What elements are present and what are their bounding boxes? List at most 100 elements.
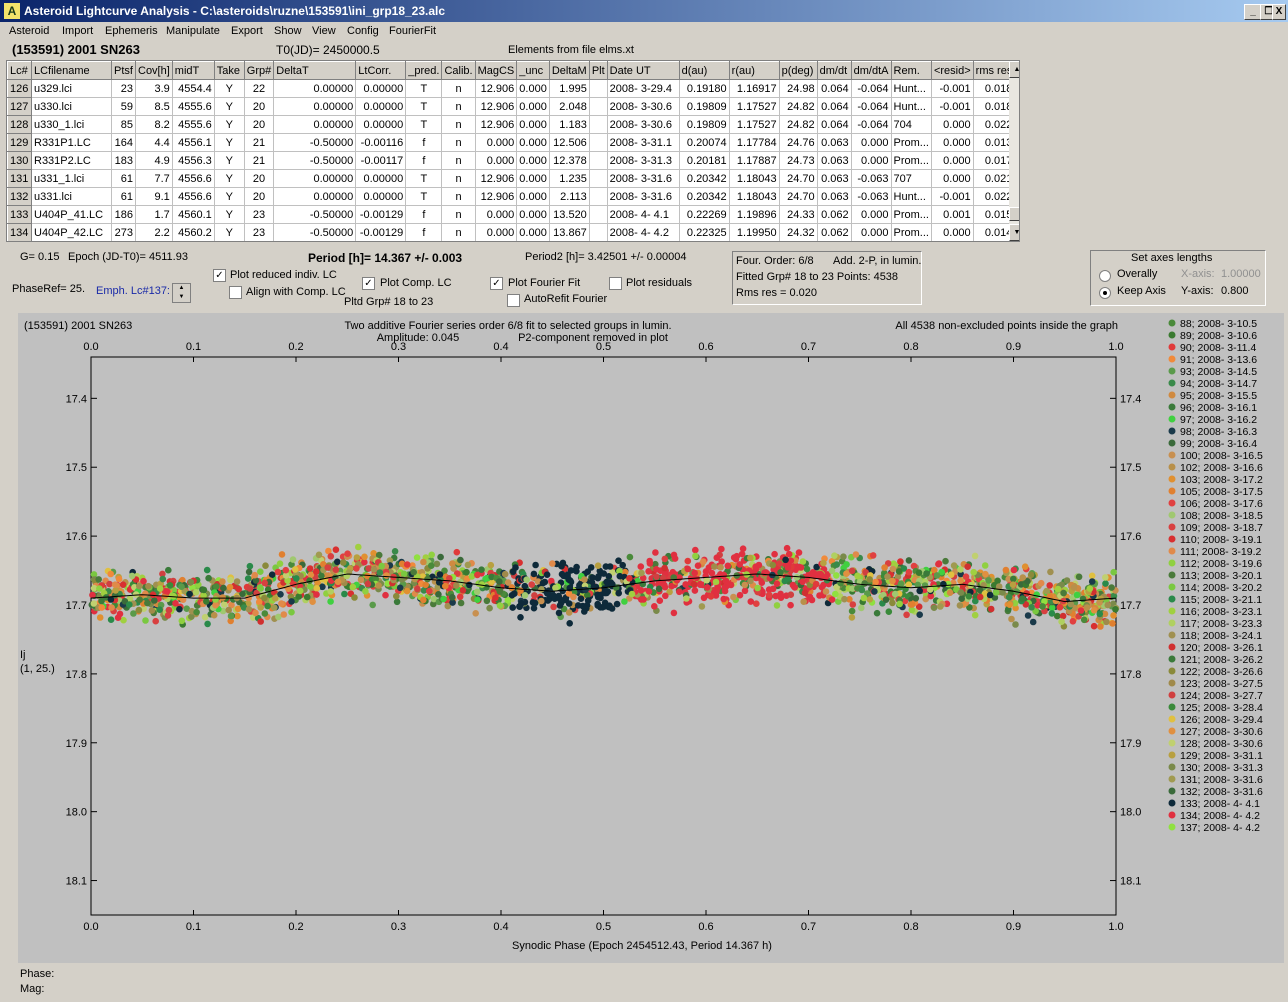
table-cell[interactable]: u331.lci <box>31 187 112 206</box>
table-cell[interactable]: n <box>441 205 476 224</box>
table-cell[interactable]: Y <box>213 187 245 206</box>
table-cell[interactable]: 4560.2 <box>171 223 215 241</box>
menu-view[interactable]: View <box>312 25 336 37</box>
table-cell[interactable]: 1.19950 <box>728 223 780 241</box>
scroll-thumb[interactable] <box>1009 207 1019 221</box>
table-cell[interactable]: -0.00116 <box>355 133 407 152</box>
table-cell[interactable]: -0.063 <box>850 187 892 206</box>
table-cell[interactable]: U404P_41.LC <box>31 205 112 224</box>
table-row[interactable]: 133 U404P_41.LC 186 1.7 4560.1 Y 23 -0.50000 -0.… <box>7 205 1016 224</box>
table-cell[interactable]: 0.000 <box>516 169 550 188</box>
table-cell[interactable]: 0.000 <box>930 115 974 134</box>
table-cell[interactable]: n <box>441 169 476 188</box>
table-row[interactable]: 127 u330.lci 59 8.5 4555.6 Y 20 0.00000 0.00000 T… <box>7 97 1016 116</box>
column-header[interactable]: Ptsf <box>111 61 136 80</box>
table-cell[interactable]: 0.00000 <box>273 79 357 98</box>
table-cell[interactable]: T <box>405 169 443 188</box>
row-header[interactable]: 134 <box>7 223 32 241</box>
table-cell[interactable]: u330_1.lci <box>31 115 112 134</box>
scroll-up-icon[interactable]: ▲ <box>1009 61 1019 78</box>
table-cell[interactable]: 3.9 <box>135 79 173 98</box>
table-cell[interactable]: -0.064 <box>850 115 892 134</box>
table-cell[interactable]: 0.000 <box>474 205 518 224</box>
table-cell[interactable] <box>588 115 608 134</box>
table-cell[interactable] <box>588 223 608 241</box>
table-row[interactable]: 130 R331P2.LC 183 4.9 4556.3 Y 21 -0.50000 -0.00… <box>7 151 1016 170</box>
column-header[interactable]: Date UT <box>606 61 680 80</box>
table-cell[interactable]: 0.00000 <box>273 97 357 116</box>
table-cell[interactable]: -0.50000 <box>273 133 357 152</box>
menu-fourierfit[interactable]: FourierFit <box>389 25 436 37</box>
column-header[interactable]: Plt <box>588 61 608 80</box>
table-row[interactable]: 134 U404P_42.LC 273 2.2 4560.2 Y 23 -0.50000 -0.… <box>7 223 1016 241</box>
table-cell[interactable]: R331P2.LC <box>31 151 112 170</box>
table-cell[interactable]: Prom... <box>890 151 932 170</box>
column-header[interactable]: dm/dt <box>816 61 852 80</box>
table-cell[interactable]: T <box>405 115 443 134</box>
table-cell[interactable]: 0.20074 <box>678 133 730 152</box>
table-cell[interactable]: 12.906 <box>474 115 518 134</box>
column-header[interactable]: Take <box>213 61 245 80</box>
row-header[interactable]: 127 <box>7 97 32 116</box>
table-cell[interactable]: 2.048 <box>548 97 590 116</box>
table-cell[interactable]: -0.00129 <box>355 205 407 224</box>
table-cell[interactable]: u331_1.lci <box>31 169 112 188</box>
table-cell[interactable]: Y <box>213 169 245 188</box>
table-cell[interactable]: Y <box>213 223 245 241</box>
row-header[interactable]: 126 <box>7 79 32 98</box>
table-cell[interactable]: 0.000 <box>516 205 550 224</box>
table-cell[interactable]: 2.113 <box>548 187 590 206</box>
table-cell[interactable]: Hunt... <box>890 187 932 206</box>
menu-show[interactable]: Show <box>274 25 302 37</box>
table-cell[interactable]: Y <box>213 115 245 134</box>
column-header[interactable]: midT <box>171 61 215 80</box>
overally-radio[interactable] <box>1099 270 1111 282</box>
table-cell[interactable]: 0.000 <box>516 79 550 98</box>
table-cell[interactable]: 4555.6 <box>171 97 215 116</box>
row-header[interactable]: 130 <box>7 151 32 170</box>
table-cell[interactable]: 0.000 <box>516 133 550 152</box>
table-cell[interactable]: 0.20342 <box>678 169 730 188</box>
menu-config[interactable]: Config <box>347 25 379 37</box>
table-cell[interactable]: 0.000 <box>930 151 974 170</box>
table-cell[interactable] <box>588 97 608 116</box>
menu-asteroid[interactable]: Asteroid <box>9 25 49 37</box>
table-cell[interactable]: 704 <box>890 115 932 134</box>
table-cell[interactable]: 1.17784 <box>728 133 780 152</box>
table-cell[interactable]: Prom... <box>890 133 932 152</box>
table-cell[interactable]: 12.506 <box>548 133 590 152</box>
table-cell[interactable]: -0.50000 <box>273 151 357 170</box>
table-cell[interactable]: 0.000 <box>850 205 892 224</box>
close-button[interactable]: X <box>1272 4 1286 20</box>
table-cell[interactable]: 23 <box>243 205 275 224</box>
table-cell[interactable]: n <box>441 187 476 206</box>
table-cell[interactable]: 24.98 <box>778 79 818 98</box>
table-row[interactable]: 131 u331_1.lci 61 7.7 4556.6 Y 20 0.00000 0.0000… <box>7 169 1016 188</box>
table-cell[interactable]: 0.062 <box>816 205 852 224</box>
table-cell[interactable]: -0.001 <box>930 187 974 206</box>
column-header[interactable]: DeltaT <box>273 61 357 80</box>
row-header[interactable]: 131 <box>7 169 32 188</box>
table-cell[interactable] <box>588 205 608 224</box>
table-cell[interactable]: 4554.4 <box>171 79 215 98</box>
column-header[interactable]: d(au) <box>678 61 730 80</box>
table-cell[interactable]: 21 <box>243 151 275 170</box>
table-cell[interactable]: 0.20181 <box>678 151 730 170</box>
yaxis-value[interactable]: 0.800 <box>1221 285 1249 297</box>
table-cell[interactable]: n <box>441 97 476 116</box>
table-cell[interactable]: 20 <box>243 169 275 188</box>
column-header[interactable]: DeltaM <box>548 61 590 80</box>
table-cell[interactable]: f <box>405 151 443 170</box>
table-cell[interactable]: n <box>441 79 476 98</box>
plot-residuals-checkbox[interactable] <box>609 277 622 290</box>
column-header[interactable]: r(au) <box>728 61 780 80</box>
table-cell[interactable]: 2008- 3-31.6 <box>606 187 680 206</box>
table-cell[interactable]: 0.000 <box>516 187 550 206</box>
table-cell[interactable]: -0.064 <box>850 79 892 98</box>
table-cell[interactable]: 0.19180 <box>678 79 730 98</box>
table-cell[interactable]: 0.000 <box>516 97 550 116</box>
table-cell[interactable]: 20 <box>243 187 275 206</box>
table-row[interactable]: 126 u329.lci 23 3.9 4554.4 Y 22 0.00000 0.00000 T… <box>7 79 1016 98</box>
table-cell[interactable]: 0.00000 <box>273 169 357 188</box>
table-cell[interactable]: 24.32 <box>778 223 818 241</box>
